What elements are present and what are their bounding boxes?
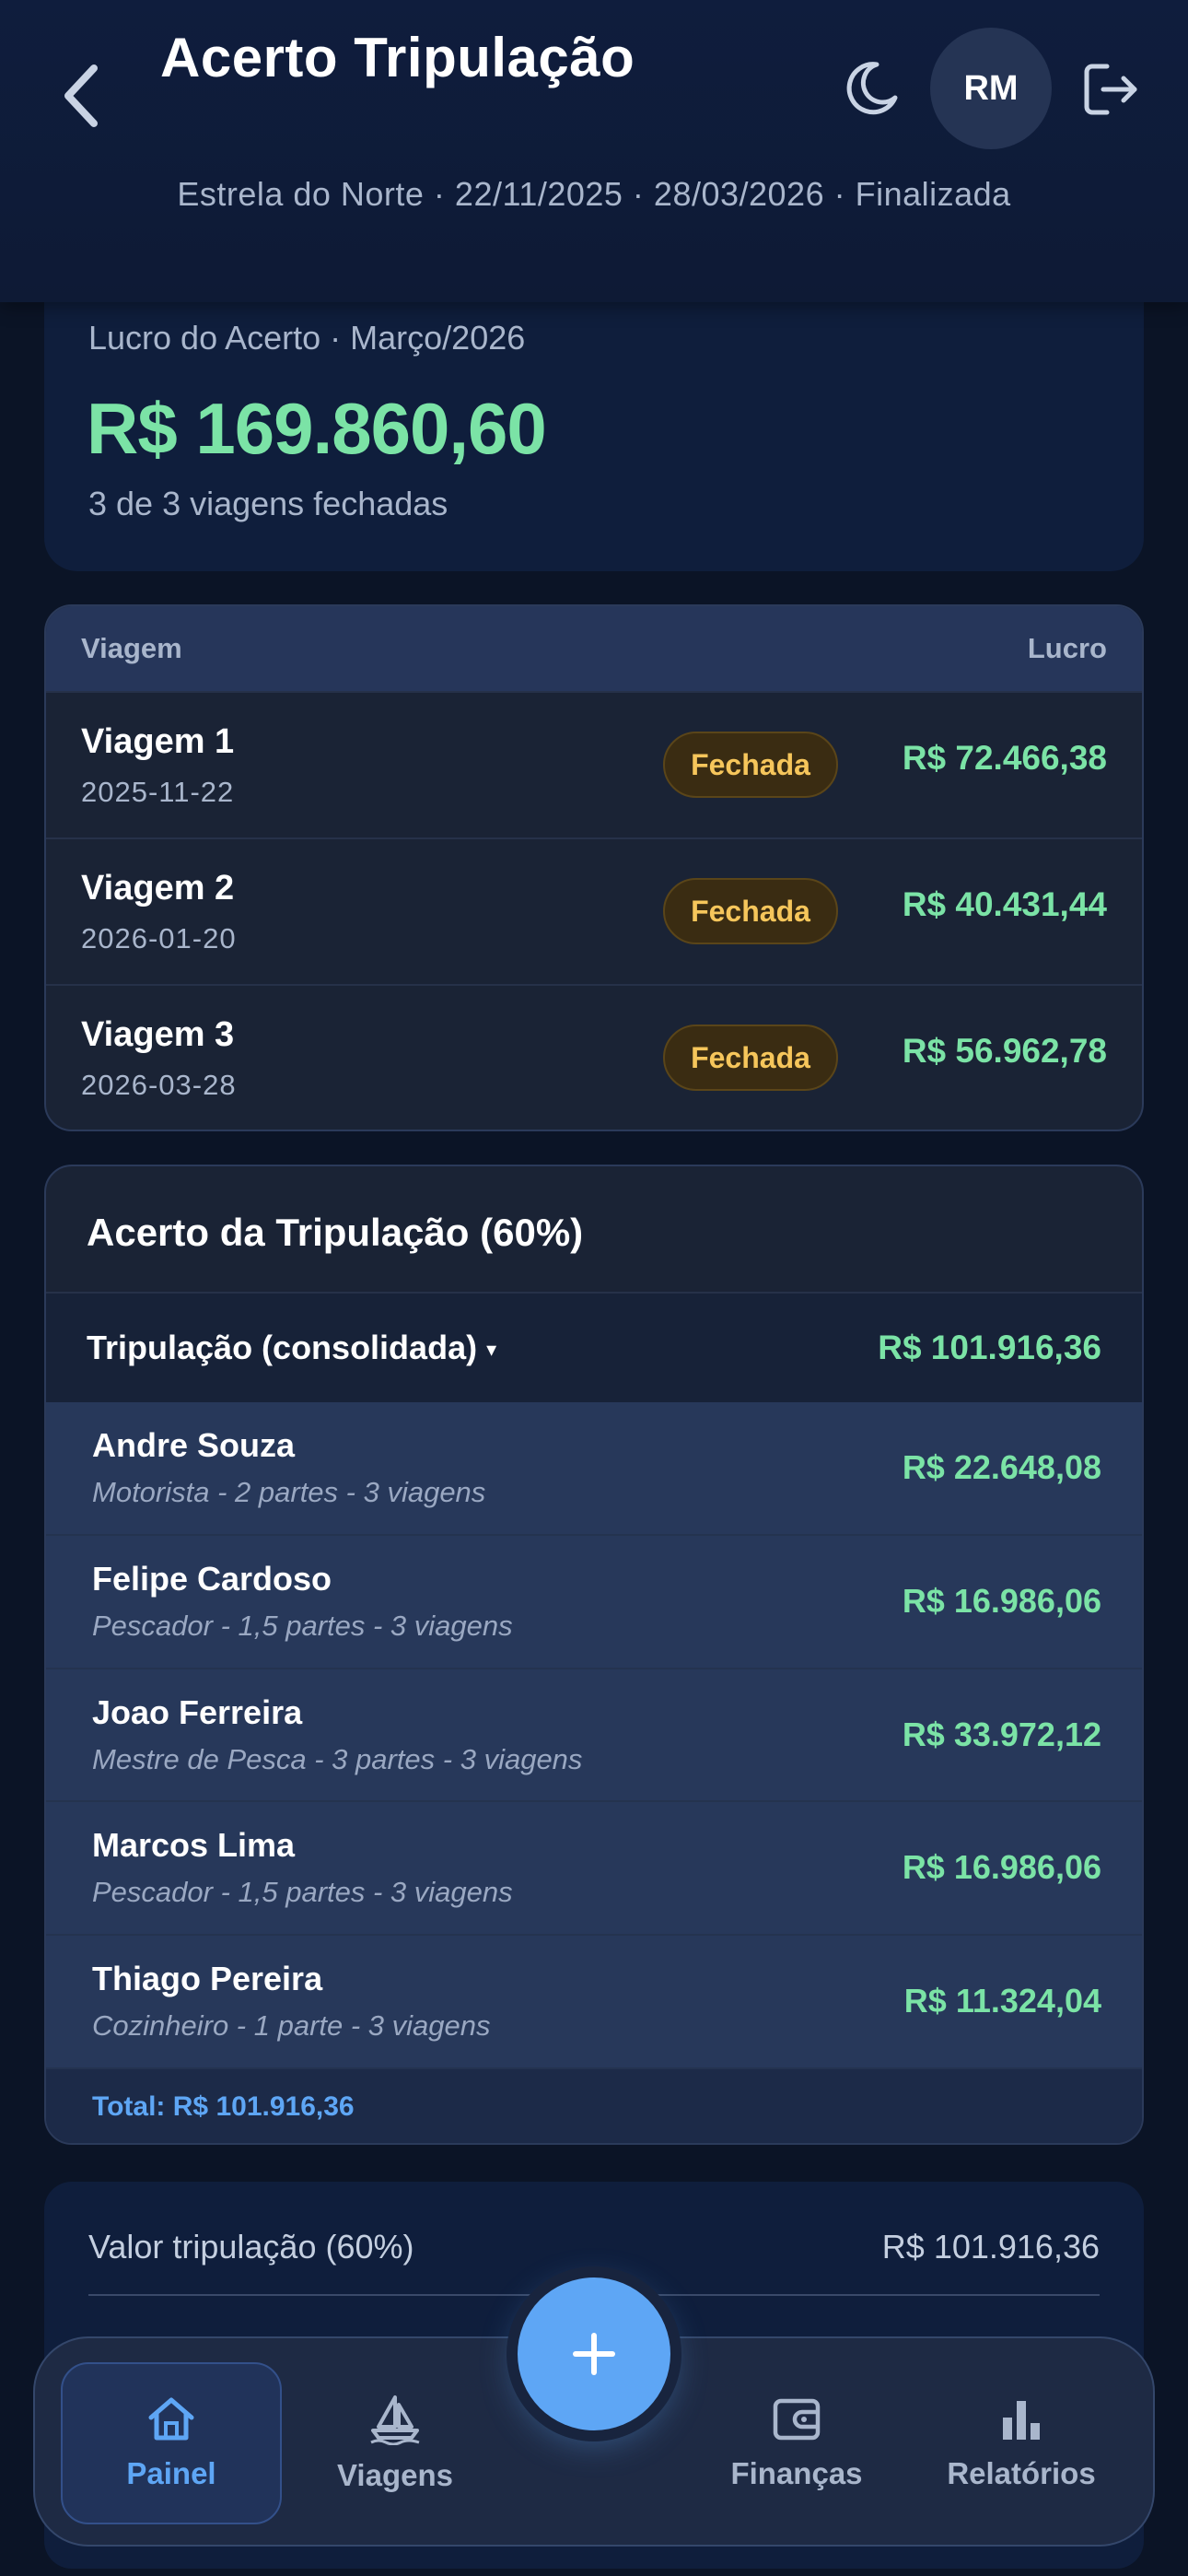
- crew-member-details: Mestre de Pesca - 3 partes - 3 viagens: [92, 1742, 583, 1775]
- add-button[interactable]: [518, 2277, 670, 2430]
- list-item[interactable]: Marcos Lima Pescador - 1,5 partes - 3 vi…: [46, 1802, 1142, 1937]
- crew-member-details: Pescador - 1,5 partes - 3 viagens: [92, 1609, 513, 1642]
- logout-icon: [1084, 64, 1137, 115]
- trip-name: Viagem 2: [81, 869, 235, 907]
- bar-chart-icon: [1003, 2401, 1040, 2440]
- crew-member-name: Joao Ferreira: [92, 1692, 303, 1731]
- summary-subtext: 3 de 3 viagens fechadas: [88, 485, 448, 522]
- table-header: Viagem Lucro: [46, 606, 1142, 691]
- crew-consolidated-toggle[interactable]: Tripulação (consolidada) ▾ R$ 101.916,36: [46, 1292, 1142, 1402]
- sailboat-icon: [370, 2395, 420, 2445]
- crew-value-amount: R$ 101.916,36: [881, 2228, 1100, 2266]
- crew-member-details: Pescador - 1,5 partes - 3 viagens: [92, 1876, 513, 1909]
- avatar[interactable]: RM: [930, 28, 1052, 149]
- nav-item-viagens[interactable]: Viagens: [289, 2338, 501, 2548]
- crew-member-name: Andre Souza: [92, 1426, 296, 1464]
- consolidated-label: Tripulação (consolidada): [87, 1329, 478, 1366]
- column-header-trip: Viagem: [81, 632, 182, 664]
- crew-value-label: Valor tripulação (60%): [88, 2228, 414, 2266]
- wallet-icon: [773, 2398, 821, 2441]
- nav-item-painel[interactable]: Painel: [61, 2362, 282, 2524]
- home-icon: [148, 2397, 194, 2441]
- crew-list: Andre Souza Motorista - 2 partes - 3 via…: [46, 1402, 1142, 2069]
- crew-member-name: Felipe Cardoso: [92, 1559, 332, 1598]
- trip-date: 2025-11-22: [81, 776, 235, 808]
- trip-date: 2026-03-28: [81, 1069, 237, 1101]
- table-row[interactable]: Viagem 2 2026-01-20 Fechada R$ 40.431,44: [46, 837, 1142, 984]
- trips-table: Viagem Lucro Viagem 1 2025-11-22 Fechada…: [44, 604, 1144, 1131]
- list-item[interactable]: Joao Ferreira Mestre de Pesca - 3 partes…: [46, 1669, 1142, 1803]
- column-header-profit: Lucro: [1027, 632, 1107, 664]
- nav-label: Viagens: [337, 2458, 453, 2492]
- app-header: Acerto Tripulação RM Estrela do Norte · …: [0, 0, 1188, 302]
- status-badge: Fechada: [663, 732, 838, 798]
- crew-member-value: R$ 16.986,06: [902, 1581, 1101, 1620]
- trip-profit: R$ 56.962,78: [902, 1032, 1107, 1070]
- voyage-subtitle: Estrela do Norte · 22/11/2025 · 28/03/20…: [177, 175, 1011, 213]
- back-button[interactable]: [55, 59, 111, 133]
- crew-member-value: R$ 16.986,06: [902, 1848, 1101, 1887]
- status-badge: Fechada: [663, 1025, 838, 1091]
- nav-label: Finanças: [730, 2456, 863, 2490]
- crew-member-name: Thiago Pereira: [92, 1960, 323, 1998]
- table-row[interactable]: Viagem 3 2026-03-28 Fechada R$ 56.962,78: [46, 984, 1142, 1130]
- list-item[interactable]: Andre Souza Motorista - 2 partes - 3 via…: [46, 1402, 1142, 1536]
- summary-value: R$ 169.860,60: [87, 388, 547, 469]
- nav-item-financas[interactable]: Finanças: [691, 2338, 903, 2548]
- profit-summary-card: Lucro do Acerto · Março/2026 R$ 169.860,…: [44, 267, 1144, 571]
- crew-member-details: Motorista - 2 partes - 3 viagens: [92, 1476, 486, 1508]
- trip-profit: R$ 72.466,38: [902, 739, 1107, 777]
- list-item[interactable]: Thiago Pereira Cozinheiro - 1 parte - 3 …: [46, 1936, 1142, 2069]
- trip-profit: R$ 40.431,44: [902, 885, 1107, 923]
- trip-name: Viagem 1: [81, 722, 235, 761]
- summary-label: Lucro do Acerto · Março/2026: [88, 319, 526, 357]
- caret-down-icon: ▾: [486, 1338, 497, 1362]
- trip-date: 2026-01-20: [81, 922, 237, 954]
- list-item[interactable]: Felipe Cardoso Pescador - 1,5 partes - 3…: [46, 1536, 1142, 1669]
- crew-member-value: R$ 33.972,12: [902, 1715, 1101, 1753]
- trip-name: Viagem 3: [81, 1015, 235, 1054]
- nav-label: Painel: [126, 2456, 216, 2490]
- moon-icon: [846, 62, 898, 115]
- status-badge: Fechada: [663, 878, 838, 944]
- theme-toggle-button[interactable]: [840, 57, 903, 120]
- chevron-left-icon: [64, 64, 98, 127]
- crew-member-name: Marcos Lima: [92, 1826, 296, 1865]
- crew-total-row: Total: R$ 101.916,36: [46, 2069, 1142, 2143]
- crew-settlement-card: Acerto da Tripulação (60%) Tripulação (c…: [44, 1165, 1144, 2145]
- consolidated-label-wrap: Tripulação (consolidada) ▾: [87, 1329, 496, 1367]
- logout-button[interactable]: [1079, 57, 1144, 122]
- plus-icon: [573, 2333, 615, 2375]
- crew-member-value: R$ 11.324,04: [903, 1982, 1101, 2020]
- nav-item-relatorios[interactable]: Relatórios: [915, 2338, 1127, 2548]
- nav-label: Relatórios: [947, 2456, 1096, 2490]
- crew-member-value: R$ 22.648,08: [902, 1448, 1101, 1486]
- crew-member-details: Cozinheiro - 1 parte - 3 viagens: [92, 2009, 491, 2043]
- consolidated-value: R$ 101.916,36: [878, 1329, 1101, 1366]
- table-row[interactable]: Viagem 1 2025-11-22 Fechada R$ 72.466,38: [46, 691, 1142, 837]
- page-title: Acerto Tripulação: [160, 27, 635, 88]
- crew-total: Total: R$ 101.916,36: [92, 2091, 355, 2122]
- crew-section-title: Acerto da Tripulação (60%): [87, 1211, 584, 1254]
